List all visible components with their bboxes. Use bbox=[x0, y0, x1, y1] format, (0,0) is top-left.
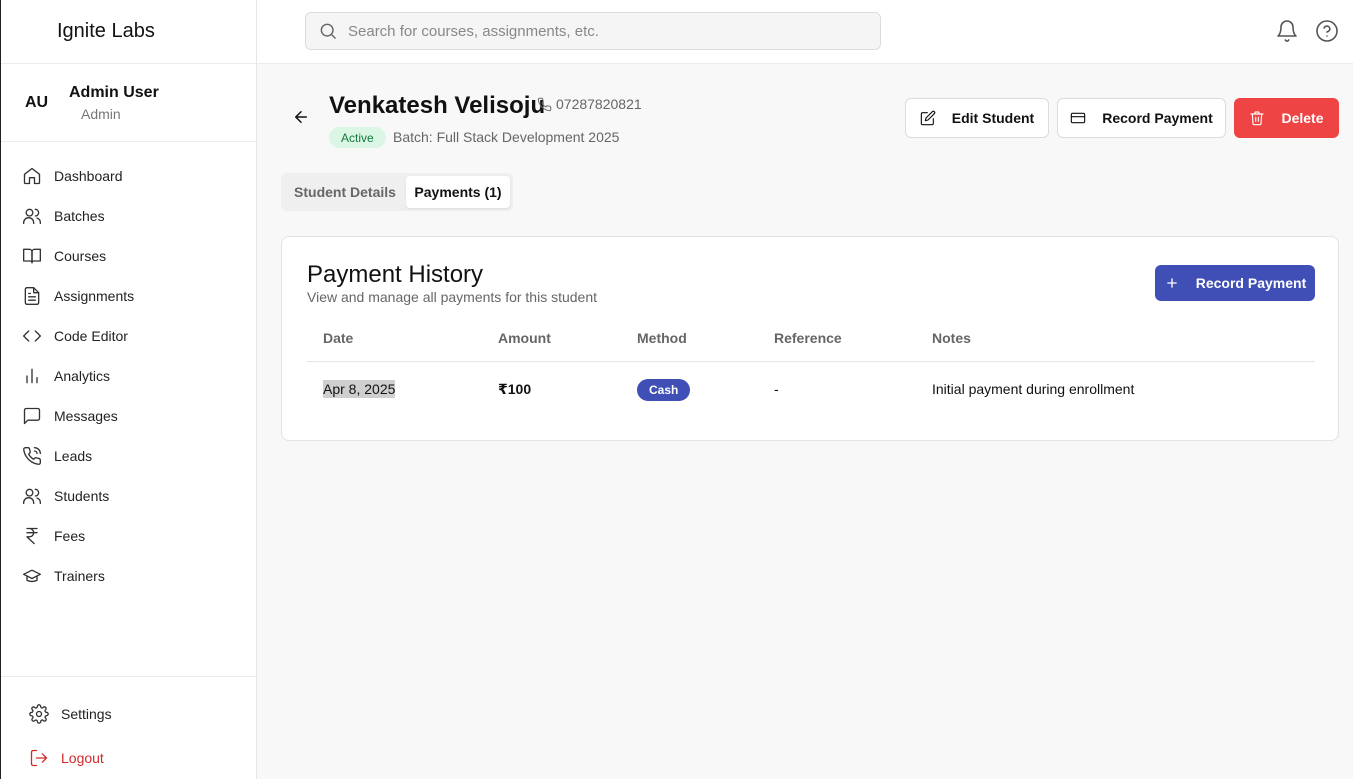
record-payment-primary-label: Record Payment bbox=[1195, 275, 1307, 291]
logout-label: Logout bbox=[61, 750, 104, 766]
delete-label: Delete bbox=[1281, 110, 1324, 126]
delete-button[interactable]: Delete bbox=[1234, 98, 1339, 138]
code-icon bbox=[22, 326, 42, 346]
credit-card-icon bbox=[1071, 112, 1086, 124]
file-text-icon bbox=[22, 286, 42, 306]
trash-icon bbox=[1250, 111, 1265, 126]
logout-button[interactable]: Logout bbox=[1, 736, 256, 779]
phone-call-icon bbox=[22, 446, 42, 466]
book-icon bbox=[22, 246, 42, 266]
table-header: Date Amount Method Reference Notes bbox=[307, 317, 1315, 362]
rupee-icon bbox=[22, 526, 42, 546]
sidebar-item-label: Analytics bbox=[54, 368, 111, 384]
users-icon bbox=[22, 206, 42, 226]
record-payment-label: Record Payment bbox=[1102, 110, 1213, 126]
record-payment-primary-button[interactable]: Record Payment bbox=[1155, 265, 1315, 301]
column-header-notes[interactable]: Notes bbox=[932, 330, 971, 346]
card-title: Payment History bbox=[307, 261, 484, 288]
column-header-date[interactable]: Date bbox=[323, 330, 353, 346]
payment-notes: Initial payment during enrollment bbox=[932, 381, 1135, 397]
tab-list: Student Details Payments (1) bbox=[281, 173, 513, 211]
logout-icon bbox=[29, 748, 49, 768]
phone-icon bbox=[537, 97, 556, 112]
user-profile: AU Admin User Admin bbox=[1, 64, 256, 142]
sidebar-item-messages[interactable]: Messages bbox=[1, 396, 256, 436]
sidebar: Ignite Labs AU Admin User Admin Dashboar… bbox=[0, 0, 257, 779]
users-icon bbox=[22, 486, 42, 506]
tab-student-details[interactable]: Student Details bbox=[284, 176, 406, 208]
student-phone: 07287820821 bbox=[537, 96, 642, 112]
sidebar-item-label: Assignments bbox=[54, 288, 135, 304]
status-badge: Active bbox=[329, 127, 386, 148]
topbar bbox=[257, 0, 1353, 64]
table-row[interactable]: Apr 8, 2025 ₹100 Cash - Initial payment … bbox=[307, 362, 1315, 418]
column-header-method[interactable]: Method bbox=[637, 330, 687, 346]
avatar: AU bbox=[25, 93, 49, 111]
edit-student-button[interactable]: Edit Student bbox=[905, 98, 1049, 138]
payment-amount: ₹100 bbox=[498, 381, 532, 397]
sidebar-footer: Settings Logout bbox=[1, 676, 256, 779]
edit-icon bbox=[920, 110, 936, 126]
sidebar-item-label: Leads bbox=[54, 448, 93, 464]
record-payment-button[interactable]: Record Payment bbox=[1057, 98, 1226, 138]
sidebar-item-fees[interactable]: Fees bbox=[1, 516, 256, 556]
brand-logo[interactable]: Ignite Labs bbox=[1, 0, 256, 64]
column-header-amount[interactable]: Amount bbox=[498, 330, 551, 346]
sidebar-item-assignments[interactable]: Assignments bbox=[1, 276, 256, 316]
graduation-cap-icon bbox=[22, 566, 42, 586]
sidebar-item-settings[interactable]: Settings bbox=[1, 692, 256, 736]
payment-reference: - bbox=[774, 381, 779, 397]
bar-chart-icon bbox=[22, 366, 42, 386]
student-batch: Batch: Full Stack Development 2025 bbox=[393, 129, 620, 145]
sidebar-item-analytics[interactable]: Analytics bbox=[1, 356, 256, 396]
sidebar-item-label: Dashboard bbox=[54, 168, 123, 184]
sidebar-item-code-editor[interactable]: Code Editor bbox=[1, 316, 256, 356]
sidebar-item-students[interactable]: Students bbox=[1, 476, 256, 516]
edit-student-label: Edit Student bbox=[951, 110, 1035, 126]
tab-payments[interactable]: Payments (1) bbox=[406, 176, 510, 208]
card-subtitle: View and manage all payments for this st… bbox=[307, 289, 598, 305]
payments-table: Date Amount Method Reference Notes Apr 8… bbox=[307, 317, 1315, 418]
sidebar-item-label: Trainers bbox=[54, 568, 105, 584]
user-role: Admin bbox=[81, 105, 121, 122]
payment-method-badge: Cash bbox=[637, 379, 691, 401]
home-icon bbox=[22, 166, 42, 186]
payment-date: Apr 8, 2025 bbox=[323, 380, 396, 398]
sidebar-item-label: Settings bbox=[61, 706, 112, 722]
search-input[interactable] bbox=[348, 22, 868, 40]
plus-icon bbox=[1167, 278, 1177, 288]
sidebar-item-label: Messages bbox=[54, 408, 118, 424]
phone-number: 07287820821 bbox=[556, 96, 642, 112]
help-icon[interactable] bbox=[1315, 19, 1339, 43]
sidebar-nav: Dashboard Batches Courses Assignments Co… bbox=[1, 142, 256, 596]
sidebar-item-trainers[interactable]: Trainers bbox=[1, 556, 256, 596]
sidebar-item-label: Courses bbox=[54, 248, 107, 264]
user-name: Admin User bbox=[69, 83, 159, 101]
gear-icon bbox=[29, 704, 49, 724]
payment-history-card: Payment History View and manage all paym… bbox=[281, 236, 1339, 441]
page-title: Venkatesh Velisoju bbox=[329, 92, 546, 119]
back-arrow-icon[interactable] bbox=[292, 108, 310, 126]
search-bar[interactable] bbox=[305, 12, 881, 50]
sidebar-item-label: Students bbox=[54, 488, 110, 504]
sidebar-item-dashboard[interactable]: Dashboard bbox=[1, 156, 256, 196]
sidebar-item-label: Batches bbox=[54, 208, 105, 224]
search-icon bbox=[318, 21, 338, 41]
sidebar-item-label: Fees bbox=[54, 528, 86, 544]
sidebar-item-batches[interactable]: Batches bbox=[1, 196, 256, 236]
column-header-reference[interactable]: Reference bbox=[774, 330, 842, 346]
bell-icon[interactable] bbox=[1275, 19, 1299, 43]
sidebar-item-leads[interactable]: Leads bbox=[1, 436, 256, 476]
sidebar-item-label: Code Editor bbox=[54, 328, 128, 344]
message-square-icon bbox=[22, 406, 42, 426]
sidebar-item-courses[interactable]: Courses bbox=[1, 236, 256, 276]
